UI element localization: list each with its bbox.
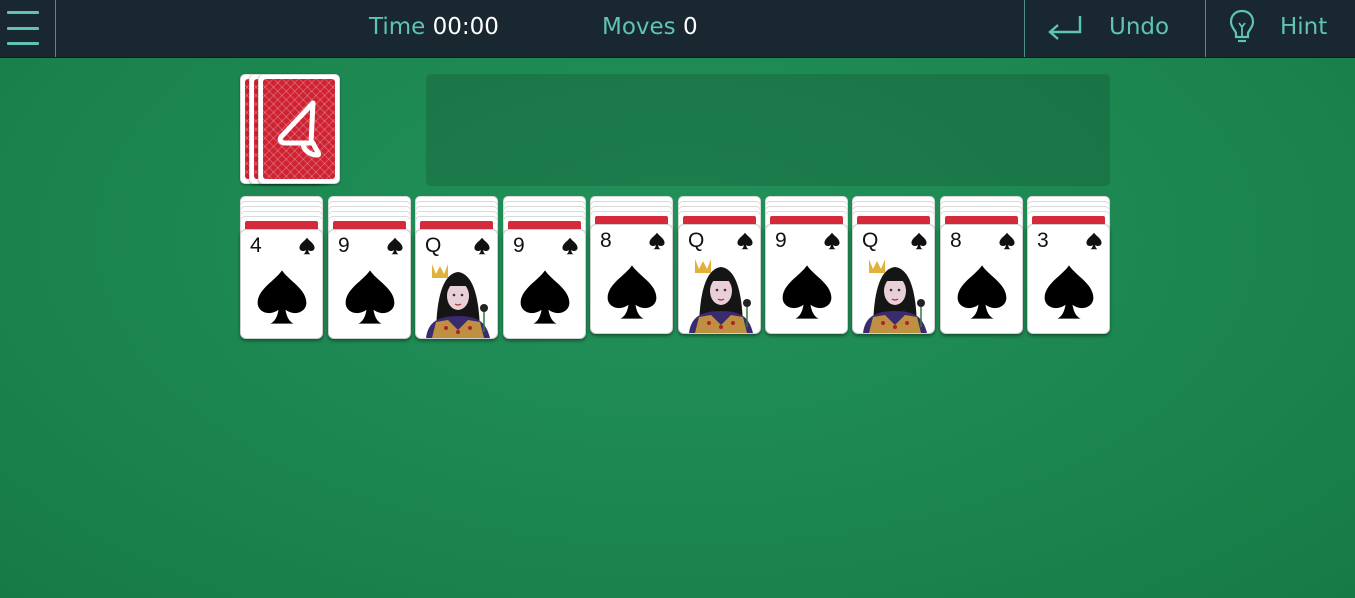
spade-suit-icon <box>562 237 578 255</box>
card-rank: Q <box>425 234 442 257</box>
queen-portrait-icon <box>689 259 753 333</box>
moves-label: Moves <box>602 14 676 40</box>
spade-suit-icon <box>299 237 315 255</box>
face-up-card[interactable]: 9 <box>503 229 586 339</box>
time-label: Time <box>369 14 426 40</box>
face-up-card[interactable]: 8 <box>590 224 673 334</box>
spade-pip-icon <box>957 265 1007 319</box>
card-rank: 4 <box>250 234 262 257</box>
moves-value: 0 <box>682 14 698 40</box>
card-rank: Q <box>688 229 705 252</box>
time-display: Time 00:00 <box>369 14 499 40</box>
top-bar: Time 00:00 Moves 0 Undo Hint <box>0 0 1355 58</box>
moves-display: Moves 0 <box>602 14 698 40</box>
card-rank: 8 <box>950 229 962 252</box>
spade-suit-icon <box>999 232 1015 250</box>
face-up-card[interactable]: 9 <box>765 224 848 334</box>
hint-label: Hint <box>1280 14 1328 40</box>
queen-portrait-icon <box>426 264 490 338</box>
face-up-card[interactable]: Q <box>852 224 935 334</box>
spade-suit-icon <box>737 232 753 250</box>
face-up-card[interactable]: Q <box>415 229 498 339</box>
undo-button[interactable]: Undo <box>1024 0 1205 57</box>
spade-suit-icon <box>911 232 927 250</box>
face-up-card[interactable]: 4 <box>240 229 323 339</box>
menu-button[interactable] <box>0 0 56 57</box>
queen-portrait-icon <box>863 259 927 333</box>
card-rank: Q <box>862 229 879 252</box>
card-rank: 9 <box>338 234 350 257</box>
lightbulb-icon <box>1229 9 1255 43</box>
spade-suit-icon <box>824 232 840 250</box>
card-rank: 9 <box>513 234 525 257</box>
spade-suit-icon <box>1086 232 1102 250</box>
foundation-area <box>426 74 1110 186</box>
stock-card-back <box>258 74 340 184</box>
spade-suit-icon <box>474 237 490 255</box>
spade-pip-icon <box>345 270 395 324</box>
spade-pip-icon <box>257 270 307 324</box>
card-back-logo-icon <box>277 100 322 158</box>
return-arrow-icon <box>1048 16 1082 40</box>
face-up-card[interactable]: 9 <box>328 229 411 339</box>
spade-pip-icon <box>520 270 570 324</box>
time-value: 00:00 <box>432 14 499 40</box>
hint-button[interactable]: Hint <box>1205 0 1355 57</box>
spade-pip-icon <box>1044 265 1094 319</box>
spade-pip-icon <box>782 265 832 319</box>
face-up-card[interactable]: 3 <box>1027 224 1110 334</box>
card-rank: 3 <box>1037 229 1049 252</box>
spade-suit-icon <box>387 237 403 255</box>
face-up-card[interactable]: Q <box>678 224 761 334</box>
card-rank: 9 <box>775 229 787 252</box>
card-rank: 8 <box>600 229 612 252</box>
spade-pip-icon <box>607 265 657 319</box>
face-up-card[interactable]: 8 <box>940 224 1023 334</box>
stock-pile[interactable] <box>240 74 346 186</box>
undo-label: Undo <box>1109 14 1170 40</box>
spade-suit-icon <box>649 232 665 250</box>
